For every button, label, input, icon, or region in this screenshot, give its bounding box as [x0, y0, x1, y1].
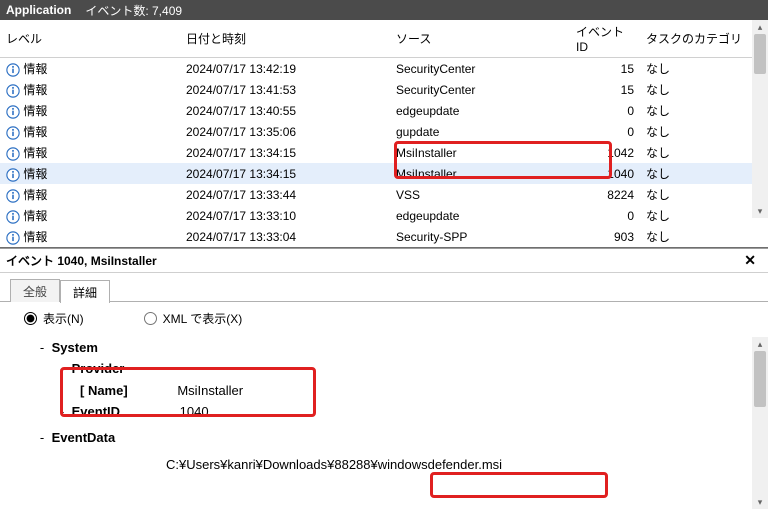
- table-row[interactable]: 情報2024/07/17 13:41:53SecurityCenter15なし: [0, 79, 768, 100]
- detail-pane-header: イベント 1040, MsiInstaller ✕: [0, 249, 768, 273]
- radio-xml-label: XML で表示(X): [163, 310, 243, 327]
- eventid-label: EventID: [72, 404, 120, 419]
- radio-friendly-label: 表示(N): [43, 310, 84, 327]
- tree-eventdata: EventData: [52, 430, 116, 445]
- scroll-thumb[interactable]: [754, 34, 766, 74]
- col-header-cat[interactable]: タスクのカテゴリ: [640, 20, 768, 58]
- col-header-date[interactable]: 日付と時刻: [180, 20, 390, 58]
- table-header-row: レベル 日付と時刻 ソース イベント ID タスクのカテゴリ: [0, 20, 768, 58]
- list-scrollbar[interactable]: ▴ ▾: [752, 20, 768, 218]
- col-header-id[interactable]: イベント ID: [570, 20, 640, 58]
- detail-title: イベント 1040, MsiInstaller: [6, 252, 157, 269]
- info-icon: [6, 210, 20, 224]
- table-row[interactable]: 情報2024/07/17 13:33:44VSS8224なし: [0, 184, 768, 205]
- info-icon: [6, 231, 20, 245]
- info-icon: [6, 63, 20, 77]
- close-icon[interactable]: ✕: [740, 252, 760, 269]
- info-icon: [6, 126, 20, 140]
- table-row[interactable]: 情報2024/07/17 13:40:55edgeupdate0なし: [0, 100, 768, 121]
- info-icon: [6, 105, 20, 119]
- scroll-down-icon[interactable]: ▾: [752, 204, 768, 218]
- detail-body: - System - Provider [ Name] MsiInstaller…: [0, 337, 768, 513]
- info-icon: [6, 168, 20, 182]
- path-file: windowsdefender.msi: [378, 457, 502, 472]
- view-mode-row: 表示(N) XML で表示(X): [0, 302, 768, 337]
- event-table: レベル 日付と時刻 ソース イベント ID タスクのカテゴリ 情報2024/07…: [0, 20, 768, 247]
- info-icon: [6, 147, 20, 161]
- info-icon: [6, 84, 20, 98]
- detail-scroll-thumb[interactable]: [754, 351, 766, 407]
- detail-scrollbar[interactable]: ▴ ▾: [752, 337, 768, 509]
- title-bar: Application イベント数: 7,409: [0, 0, 768, 20]
- detail-tabs: 全般 詳細: [10, 279, 768, 302]
- app-title: Application: [6, 3, 71, 17]
- tree-system: System: [52, 340, 98, 355]
- col-header-level[interactable]: レベル: [0, 20, 180, 58]
- tab-general[interactable]: 全般: [10, 279, 60, 302]
- scroll-up-icon[interactable]: ▴: [752, 20, 768, 34]
- table-row[interactable]: 情報2024/07/17 13:42:19SecurityCenter15なし: [0, 58, 768, 80]
- tab-details[interactable]: 詳細: [60, 280, 110, 303]
- radio-xml-input[interactable]: [144, 312, 157, 325]
- detail-scroll-down-icon[interactable]: ▾: [752, 495, 768, 509]
- eventdata-path: C:¥Users¥kanri¥Downloads¥88288¥windowsde…: [166, 454, 502, 475]
- table-row[interactable]: 情報2024/07/17 13:34:15MsiInstaller1042なし: [0, 142, 768, 163]
- eventid-value: 1040: [180, 401, 209, 422]
- detail-scroll-up-icon[interactable]: ▴: [752, 337, 768, 351]
- table-row[interactable]: 情報2024/07/17 13:33:10edgeupdate0なし: [0, 205, 768, 226]
- table-row[interactable]: 情報2024/07/17 13:33:04Security-SPP903なし: [0, 226, 768, 247]
- table-row[interactable]: 情報2024/07/17 13:34:15MsiInstaller1040なし: [0, 163, 768, 184]
- provider-name-label: [ Name]: [80, 383, 128, 398]
- table-row[interactable]: 情報2024/07/17 13:35:06gupdate0なし: [0, 121, 768, 142]
- radio-xml[interactable]: XML で表示(X): [144, 310, 243, 327]
- radio-friendly-input[interactable]: [24, 312, 37, 325]
- col-header-source[interactable]: ソース: [390, 20, 570, 58]
- provider-name-value: MsiInstaller: [177, 380, 243, 401]
- event-list-panel: レベル 日付と時刻 ソース イベント ID タスクのカテゴリ 情報2024/07…: [0, 20, 768, 247]
- tree-provider: Provider: [72, 361, 125, 376]
- info-icon: [6, 189, 20, 203]
- path-prefix: C:¥Users¥kanri¥Downloads¥88288¥: [166, 457, 378, 472]
- radio-friendly[interactable]: 表示(N): [24, 310, 84, 327]
- event-count: イベント数: 7,409: [85, 2, 182, 19]
